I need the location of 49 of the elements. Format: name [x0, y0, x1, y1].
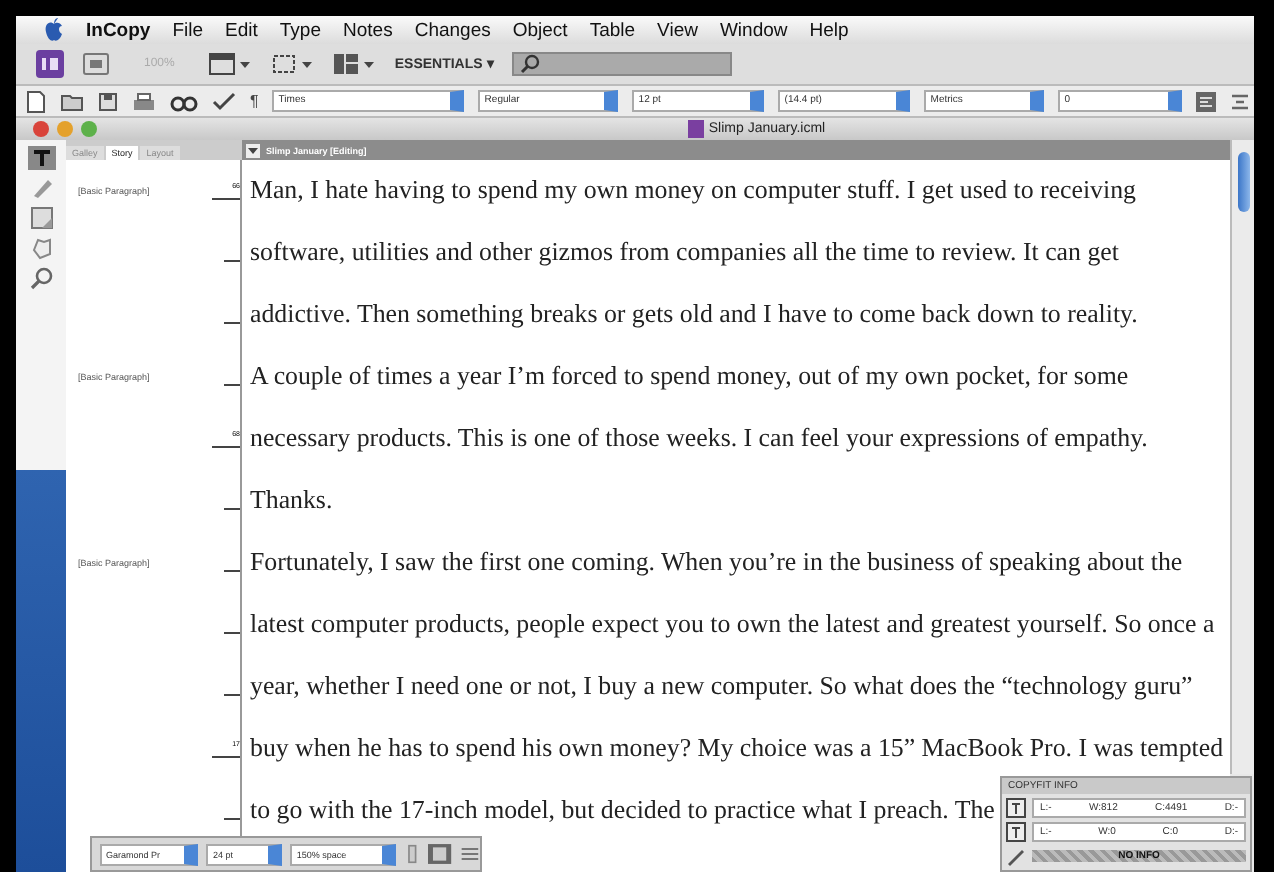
binoculars-icon[interactable]	[170, 91, 198, 111]
text-line: to go with the 17-inch model, but decided to practice what I preach. The	[248, 794, 995, 828]
text-line: addictive. Then something breaks or gets old and I have to come back down to reality.	[248, 298, 1138, 332]
view-options-icon[interactable]	[208, 52, 253, 76]
pencil-icon[interactable]	[1006, 846, 1026, 866]
printer-icon[interactable]	[132, 91, 156, 111]
app-logo-icon[interactable]	[36, 50, 64, 78]
text-line: latest computer products, people expect you to own the latest and greatest yourself. So once a	[248, 608, 1215, 642]
pilcrow-button[interactable]: ¶	[250, 92, 259, 110]
search-icon[interactable]	[520, 54, 541, 74]
text-line: Thanks.	[248, 484, 333, 518]
text-line: necessary products. This is one of those weeks. I can feel your expressions of empathy.	[248, 422, 1148, 456]
text-line: A couple of times a year I’m forced to spend money, out of my own pocket, for some	[248, 360, 1129, 394]
scroll-bar[interactable]	[1230, 140, 1254, 774]
arrange-icon[interactable]	[332, 52, 377, 76]
menu-item[interactable]: Edit	[225, 19, 258, 41]
text-line: software, utilities and other gizmos from companies all the time to review. It can get	[248, 236, 1119, 270]
screen-mode-icon[interactable]	[270, 52, 315, 76]
page-icon[interactable]	[428, 842, 453, 866]
text-line: buy when he has to spend his own money? My choice was a 15” MacBook Pro. I was tempted	[248, 732, 1224, 766]
app-menu[interactable]: InCopy	[86, 19, 151, 41]
menu-item[interactable]: Table	[589, 19, 636, 41]
menu-item[interactable]: File	[172, 19, 204, 41]
text-overflow-icon[interactable]	[1006, 822, 1026, 842]
search-field[interactable]	[512, 52, 733, 76]
menu-icon[interactable]	[460, 846, 480, 862]
menu-item[interactable]: Object	[512, 19, 568, 41]
document-icon[interactable]	[26, 89, 46, 113]
folder-icon[interactable]	[60, 91, 84, 111]
note-icon[interactable]	[29, 206, 53, 230]
check-icon[interactable]	[212, 91, 236, 111]
menu-item[interactable]: View	[657, 19, 698, 41]
menu-item[interactable]: Notes	[343, 19, 393, 41]
document-icon[interactable]	[688, 120, 705, 138]
zoom-icon[interactable]	[29, 266, 53, 290]
menu-item[interactable]: Changes	[414, 19, 491, 41]
scroll-thumb[interactable]	[1237, 152, 1249, 212]
menu-item[interactable]: Type	[279, 19, 321, 41]
text-line: Fortunately, I saw the first one coming. When you’re in the business of speaking about the	[248, 546, 1183, 580]
align-left-icon[interactable]	[1196, 91, 1217, 111]
menu-item[interactable]: Window	[719, 19, 788, 41]
type-tool-icon[interactable]	[27, 146, 55, 170]
text-line: Man, I hate having to spend my own money on computer stuff. I get used to receiving	[248, 174, 1136, 208]
text-line: year, whether I need one or not, I buy a new computer. So what does the “technology guru”	[248, 670, 1193, 704]
menu-item[interactable]: Help	[809, 19, 849, 41]
apple-icon[interactable]	[44, 18, 64, 42]
text-frame-icon[interactable]	[1006, 798, 1026, 818]
align-center-icon[interactable]	[1230, 91, 1251, 111]
collapse-icon[interactable]	[246, 143, 260, 157]
